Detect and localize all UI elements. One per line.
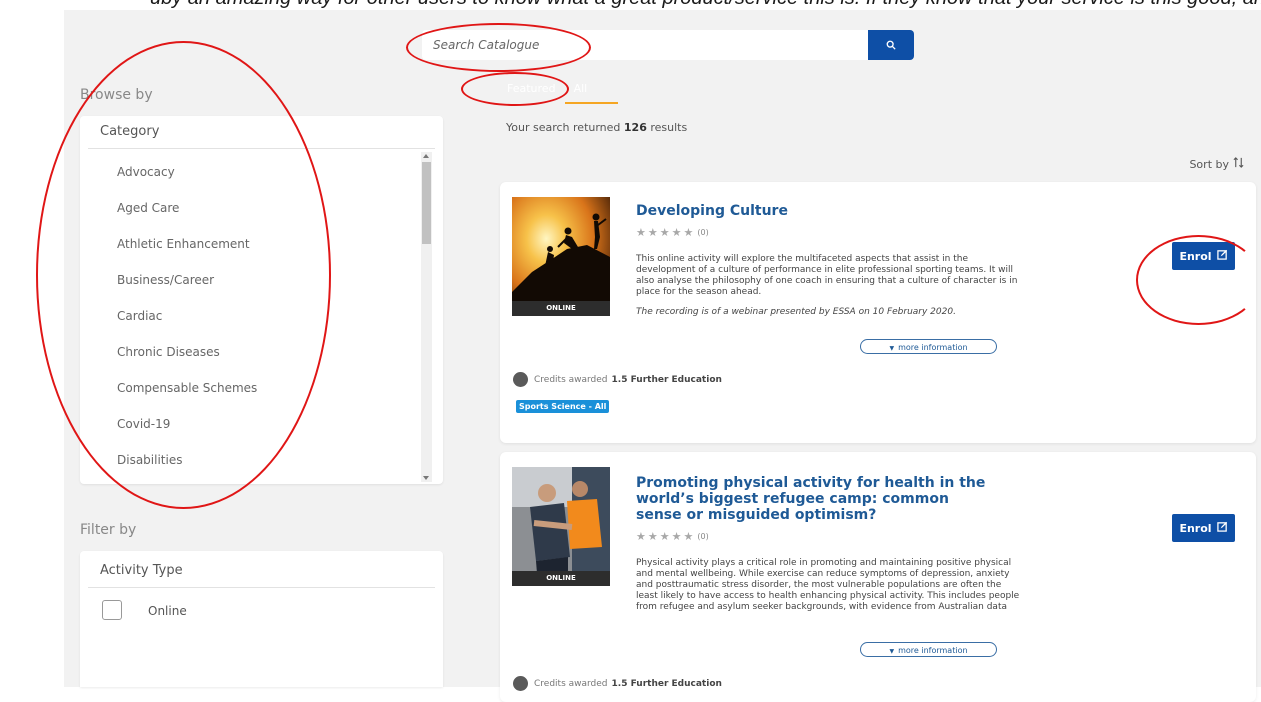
star-icon: ★ <box>671 226 682 239</box>
category-scrollbar[interactable] <box>421 152 432 482</box>
trainer-photo-image <box>512 467 610 586</box>
category-item-aged-care[interactable]: Aged Care <box>80 190 410 226</box>
enrol-button[interactable]: Enrol <box>1172 514 1235 542</box>
credits-label: Credits awarded <box>534 678 608 689</box>
rating-count: (0) <box>697 228 709 237</box>
result-count-prefix: Your search returned <box>506 121 621 134</box>
edit-icon <box>1216 521 1228 535</box>
result-count: Your search returned 126 results <box>506 121 687 134</box>
enrol-button[interactable]: Enrol <box>1172 242 1235 270</box>
more-information-label: more information <box>898 646 968 655</box>
category-item-advocacy[interactable]: Advocacy <box>80 154 410 190</box>
star-icon: ★ <box>671 530 682 543</box>
result-count-number: 126 <box>623 121 647 134</box>
credits-value: 1.5 Further Education <box>611 374 722 385</box>
star-icon: ★ <box>683 226 694 239</box>
top-caption-strip: uby an amazing way for other users to kn… <box>0 0 1261 10</box>
category-item-chronic-diseases[interactable]: Chronic Diseases <box>80 334 410 370</box>
course-title[interactable]: Developing Culture <box>636 203 1006 219</box>
course-card-developing-culture: ONLINE Developing Culture ★ ★ ★ ★ ★ (0) … <box>500 182 1256 443</box>
star-icon: ★ <box>659 530 670 543</box>
online-checkbox-label[interactable]: Online <box>148 604 187 618</box>
catalogue-tabs: Featured All <box>498 80 618 106</box>
course-card-promoting-physical-activity: ONLINE Promoting physical activity for h… <box>500 452 1256 702</box>
description-text: Physical activity plays a critical role … <box>636 558 1020 612</box>
credit-badge-icon <box>513 372 528 387</box>
description-note: The recording is of a webinar presented … <box>636 307 956 317</box>
thumbnail-online-label: ONLINE <box>512 301 610 316</box>
category-item-cardiac[interactable]: Cardiac <box>80 298 410 334</box>
star-rating[interactable]: ★ ★ ★ ★ ★ (0) <box>636 227 709 238</box>
category-item-disabilities[interactable]: Disabilities <box>80 442 410 478</box>
scroll-up-arrow-icon[interactable] <box>423 154 429 158</box>
more-information-button[interactable]: ▼ more information <box>860 339 997 354</box>
category-list: Advocacy Aged Care Athletic Enhancement … <box>80 154 410 478</box>
top-caption-text: uby an amazing way for other users to kn… <box>150 0 1261 10</box>
thumbnail-online-label: ONLINE <box>512 571 610 586</box>
rating-count: (0) <box>697 532 709 541</box>
sort-by-control[interactable]: Sort by <box>1189 157 1244 171</box>
course-thumbnail[interactable]: ONLINE <box>512 467 610 586</box>
credit-badge-icon <box>513 676 528 691</box>
star-icon: ★ <box>683 530 694 543</box>
enrol-label: Enrol <box>1179 249 1212 263</box>
filter-by-heading: Filter by <box>80 522 137 538</box>
star-icon: ★ <box>647 226 658 239</box>
scroll-thumb[interactable] <box>422 162 431 244</box>
credits-awarded: Credits awarded 1.5 Further Education <box>513 372 722 387</box>
online-checkbox[interactable] <box>102 600 122 620</box>
caret-down-icon: ▼ <box>889 648 895 655</box>
search-button[interactable] <box>868 30 914 60</box>
category-item-covid-19[interactable]: Covid-19 <box>80 406 410 442</box>
star-icon: ★ <box>636 226 646 239</box>
result-count-suffix: results <box>650 121 688 134</box>
scroll-down-arrow-icon[interactable] <box>423 476 429 480</box>
sort-arrows-icon <box>1233 157 1244 171</box>
course-description: This online activity will explore the mu… <box>636 254 1024 330</box>
search-bar <box>422 30 914 60</box>
category-item-athletic-enhancement[interactable]: Athletic Enhancement <box>80 226 410 262</box>
more-information-label: more information <box>898 343 968 352</box>
sort-by-label: Sort by <box>1189 157 1229 171</box>
category-panel-header: Category <box>88 116 435 149</box>
category-item-business-career[interactable]: Business/Career <box>80 262 410 298</box>
star-icon: ★ <box>647 530 658 543</box>
more-information-button[interactable]: ▼ more information <box>860 642 997 657</box>
category-item-compensable-schemes[interactable]: Compensable Schemes <box>80 370 410 406</box>
edit-icon <box>1216 249 1228 263</box>
credits-value: 1.5 Further Education <box>611 678 722 689</box>
caret-down-icon: ▼ <box>889 345 895 352</box>
climbing-silhouette-image <box>512 197 610 316</box>
credits-awarded: Credits awarded 1.5 Further Education <box>513 676 722 691</box>
browse-by-heading: Browse by <box>80 87 153 103</box>
activity-type-panel-header: Activity Type <box>88 551 435 588</box>
search-input[interactable] <box>422 30 868 60</box>
course-description: Physical activity plays a critical role … <box>636 558 1024 635</box>
course-title[interactable]: Promoting physical activity for health i… <box>636 475 996 523</box>
tab-featured[interactable]: Featured <box>498 80 565 104</box>
category-panel: Category Advocacy Aged Care Athletic Enh… <box>80 116 443 484</box>
course-thumbnail[interactable]: ONLINE <box>512 197 610 316</box>
star-rating[interactable]: ★ ★ ★ ★ ★ (0) <box>636 531 709 542</box>
tab-all[interactable]: All <box>564 80 618 104</box>
description-text: This online activity will explore the mu… <box>636 254 1018 297</box>
activity-type-panel: Activity Type Online <box>80 551 443 687</box>
category-tag[interactable]: Sports Science - All <box>516 400 610 413</box>
search-icon <box>886 38 896 53</box>
credits-label: Credits awarded <box>534 374 608 385</box>
star-icon: ★ <box>636 530 646 543</box>
enrol-label: Enrol <box>1179 521 1212 535</box>
star-icon: ★ <box>659 226 670 239</box>
